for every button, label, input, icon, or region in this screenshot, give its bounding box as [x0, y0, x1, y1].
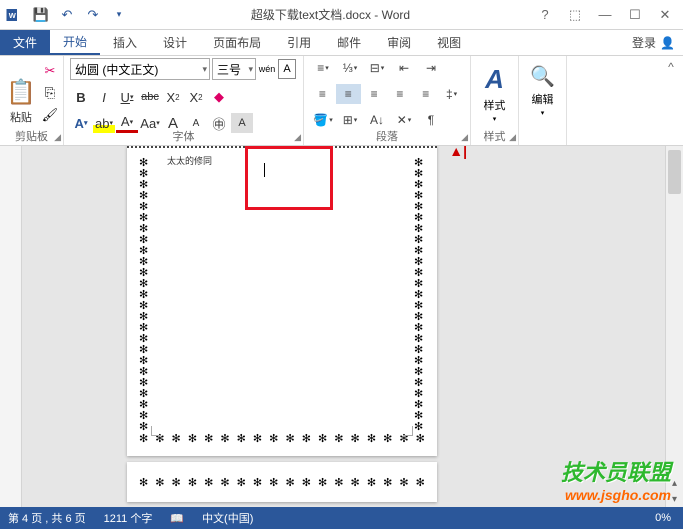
scroll-thumb[interactable] [668, 150, 681, 194]
font-size-combo[interactable]: 三号 ▾ [212, 58, 256, 80]
collapse-ribbon-icon[interactable]: ^ [668, 60, 674, 74]
char-border-icon[interactable]: A [278, 59, 296, 79]
tab-mailings[interactable]: 邮件 [324, 30, 374, 55]
quick-access-toolbar: 💾 ↶ ↷ ▾ [28, 4, 130, 26]
align-right-button[interactable]: ≡ [362, 84, 387, 104]
crop-mark-br [403, 426, 413, 436]
justify-button[interactable]: ≡ [387, 84, 412, 104]
window-title: 超级下载text文档.docx - Word [130, 6, 531, 23]
group-styles: A 样式 ▾ 样式 ◢ [471, 56, 519, 145]
ribbon: 📋 粘贴 ✂ ⎘ 🖌 剪贴板 ◢ 幼圆 (中文正文) ▾ 三号 ▾ [0, 56, 683, 146]
clear-format-icon[interactable]: ◆ [208, 87, 230, 107]
font-size-value: 三号 [217, 61, 241, 78]
tab-home[interactable]: 开始 [50, 30, 100, 55]
group-font-label: 字体 [64, 127, 303, 145]
font-dialog-launcher[interactable]: ◢ [294, 132, 301, 143]
maximize-icon[interactable]: ☐ [621, 4, 649, 26]
styles-label: 样式 [484, 97, 506, 113]
tab-review[interactable]: 审阅 [374, 30, 424, 55]
tab-insert[interactable]: 插入 [100, 30, 150, 55]
status-proofing-icon[interactable]: 📖 [170, 512, 184, 525]
distributed-button[interactable]: ≡ [413, 84, 438, 104]
window-controls: ? ⬚ — ☐ ✕ [531, 4, 683, 26]
italic-button[interactable]: I [93, 87, 115, 107]
group-editing: 🔍 编辑 ▾ [519, 56, 567, 145]
strikethrough-button[interactable]: abc [139, 87, 161, 107]
find-button[interactable]: 🔍 编辑 ▾ [530, 58, 555, 117]
cut-icon[interactable]: ✂ [40, 62, 60, 80]
document-area: 太太的修同 ▲| ✻ ✻ ✻ ✻ ✻ ✻ ✻ ✻ ✻ ✻ ✻ ✻ ✻ ✻ ✻ ✻… [0, 146, 683, 507]
group-paragraph: ≡▾ ⅓▾ ⊟▾ ⇤ ⇥ ≡ ≡ ≡ ≡ ≡ ‡▾ 🪣▾ ⊞▾ A↓ ✕▾ ¶ [304, 56, 471, 145]
tab-file[interactable]: 文件 [0, 30, 50, 55]
status-words[interactable]: 1211 个字 [104, 510, 153, 526]
chevron-down-icon: ▾ [202, 64, 207, 75]
styles-button[interactable]: A 样式 ▾ [484, 58, 506, 123]
page-4: 太太的修同 ▲| ✻ ✻ ✻ ✻ ✻ ✻ ✻ ✻ ✻ ✻ ✻ ✻ ✻ ✻ ✻ ✻… [127, 146, 437, 456]
align-center-button[interactable]: ≡ [336, 84, 361, 104]
crop-mark-bl [151, 426, 161, 436]
group-font: 幼圆 (中文正文) ▾ 三号 ▾ wén A B I U▾ abc X2 X2 … [64, 56, 304, 145]
tab-design[interactable]: 设计 [150, 30, 200, 55]
tab-references[interactable]: 引用 [274, 30, 324, 55]
group-paragraph-label: 段落 [304, 127, 470, 145]
bold-button[interactable]: B [70, 87, 92, 107]
font-family-combo[interactable]: 幼圆 (中文正文) ▾ [70, 58, 210, 80]
phonetic-guide-icon[interactable]: wén [258, 59, 276, 79]
chevron-down-icon: ▾ [248, 64, 253, 75]
paragraph-dialog-launcher[interactable]: ◢ [461, 132, 468, 143]
superscript-button[interactable]: X2 [185, 87, 207, 107]
sign-in-button[interactable]: 登录 👤 [624, 30, 683, 55]
minimize-icon[interactable]: — [591, 4, 619, 26]
editing-label: 编辑 [532, 91, 554, 107]
copy-icon[interactable]: ⎘ [40, 84, 60, 102]
tab-layout[interactable]: 页面布局 [200, 30, 274, 55]
numbering-button[interactable]: ⅓▾ [337, 58, 363, 78]
decrease-indent-button[interactable]: ⇤ [391, 58, 417, 78]
user-icon: 👤 [660, 36, 675, 50]
ribbon-tabs: 文件 开始 插入 设计 页面布局 引用 邮件 审阅 视图 登录 👤 [0, 30, 683, 56]
status-zoom[interactable]: 0% [655, 512, 675, 524]
paste-label: 粘贴 [10, 109, 32, 125]
tab-view[interactable]: 视图 [424, 30, 474, 55]
scroll-down-icon[interactable]: ▾ [666, 491, 683, 507]
sign-in-label: 登录 [632, 34, 656, 51]
styles-dialog-launcher[interactable]: ◢ [509, 132, 516, 143]
group-clipboard: 📋 粘贴 ✂ ⎘ 🖌 剪贴板 ◢ [0, 56, 64, 145]
group-editing-label [519, 143, 566, 145]
save-icon[interactable]: 💾 [30, 4, 52, 26]
multilevel-button[interactable]: ⊟▾ [364, 58, 390, 78]
vertical-scrollbar[interactable]: ▴ ▾ [665, 146, 683, 507]
ribbon-display-icon[interactable]: ⬚ [561, 4, 589, 26]
status-bar: 第 4 页 , 共 6 页 1211 个字 📖 中文(中国) 0% [0, 507, 683, 529]
tracked-change-mark: ▲| [449, 146, 467, 159]
status-page[interactable]: 第 4 页 , 共 6 页 [8, 510, 86, 526]
binoculars-icon: 🔍 [530, 64, 555, 89]
qat-customize-icon[interactable]: ▾ [108, 4, 130, 26]
subscript-button[interactable]: X2 [162, 87, 184, 107]
increase-indent-button[interactable]: ⇥ [418, 58, 444, 78]
bullets-button[interactable]: ≡▾ [310, 58, 336, 78]
format-painter-icon[interactable]: 🖌 [40, 106, 60, 124]
annotation-red-box [245, 146, 333, 210]
page-5: ✻ ✻ ✻ ✻ ✻ ✻ ✻ ✻ ✻ ✻ ✻ ✻ ✻ ✻ ✻ ✻ ✻ ✻ ✻ ✻ … [127, 462, 437, 502]
line-spacing-button[interactable]: ‡▾ [439, 84, 464, 104]
text-cursor [264, 163, 265, 177]
status-language[interactable]: 中文(中国) [202, 510, 253, 526]
vertical-ruler [0, 146, 22, 507]
styles-icon: A [485, 64, 504, 95]
undo-icon[interactable]: ↶ [56, 4, 78, 26]
redo-icon[interactable]: ↷ [82, 4, 104, 26]
clipboard-dialog-launcher[interactable]: ◢ [54, 132, 61, 143]
font-family-value: 幼圆 (中文正文) [75, 61, 158, 78]
title-bar: W 💾 ↶ ↷ ▾ 超级下载text文档.docx - Word ? ⬚ — ☐… [0, 0, 683, 30]
underline-button[interactable]: U▾ [116, 87, 138, 107]
svg-text:W: W [9, 11, 17, 20]
document-canvas[interactable]: 太太的修同 ▲| ✻ ✻ ✻ ✻ ✻ ✻ ✻ ✻ ✻ ✻ ✻ ✻ ✻ ✻ ✻ ✻… [22, 146, 665, 507]
close-icon[interactable]: ✕ [651, 4, 679, 26]
scroll-up-icon[interactable]: ▴ [666, 475, 683, 491]
paste-icon: 📋 [6, 78, 36, 107]
help-icon[interactable]: ? [531, 4, 559, 26]
word-app-icon: W [0, 0, 28, 30]
align-left-button[interactable]: ≡ [310, 84, 335, 104]
